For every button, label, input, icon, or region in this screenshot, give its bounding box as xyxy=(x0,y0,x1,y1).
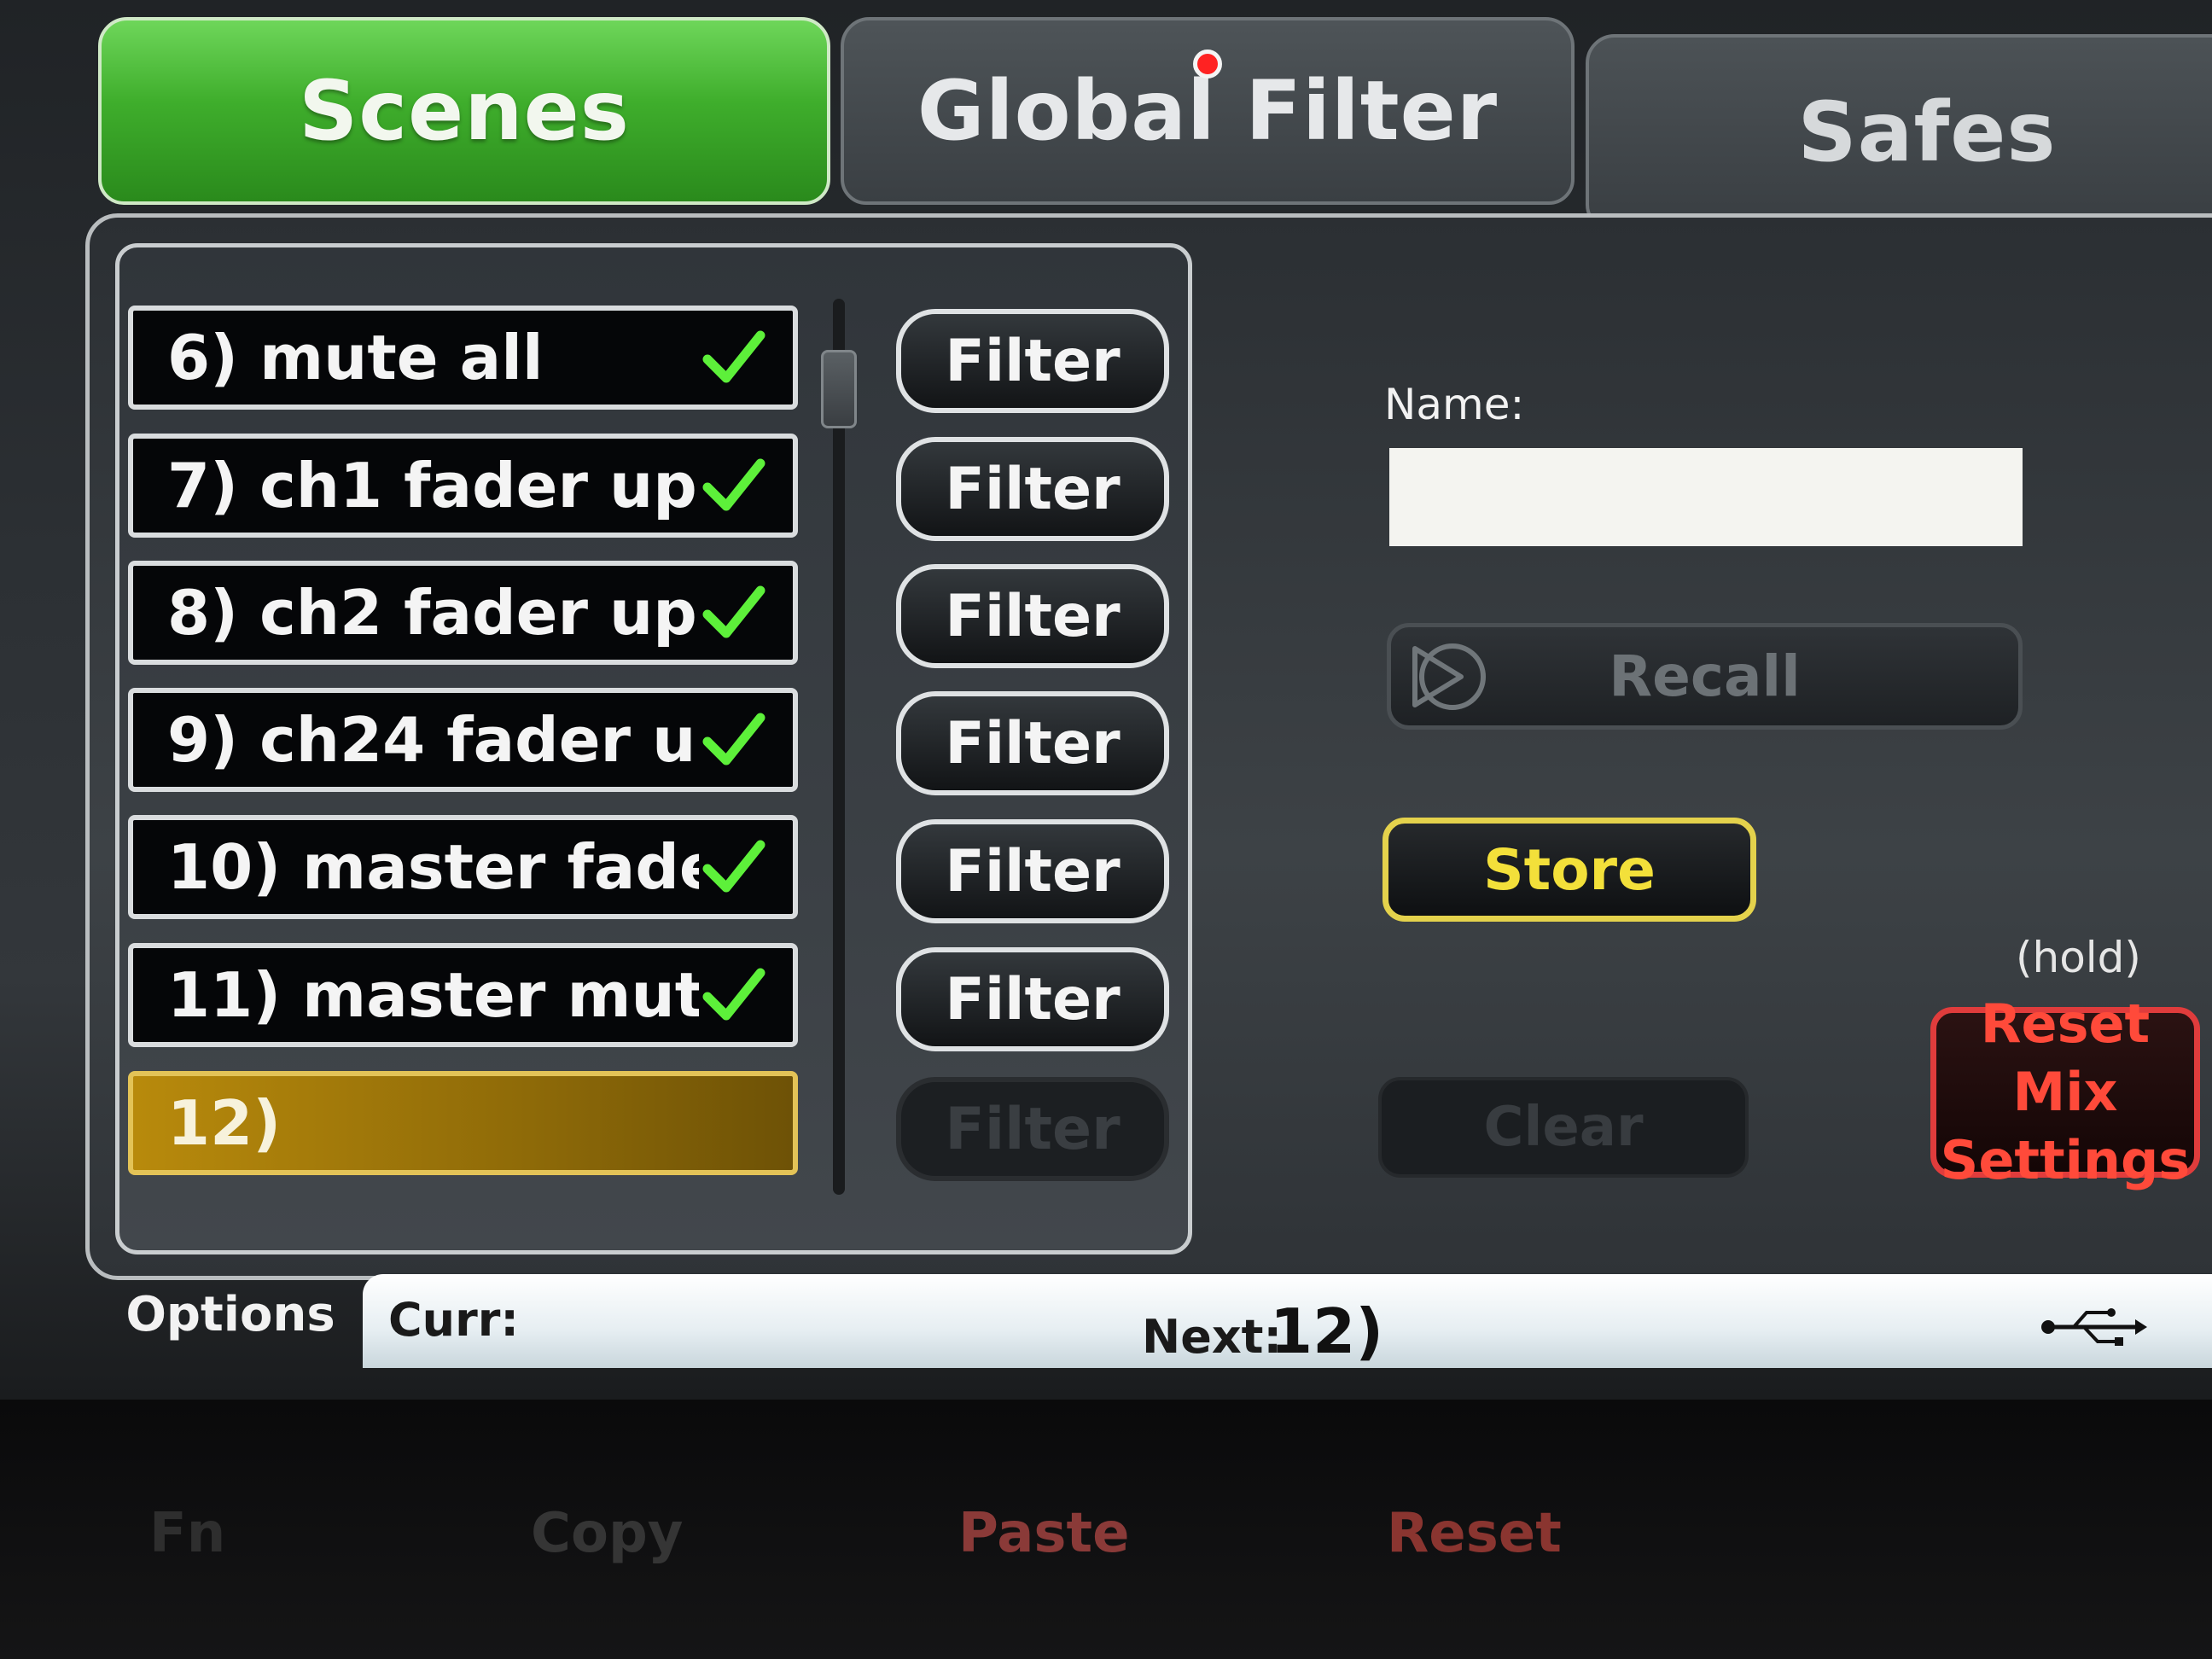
check-icon xyxy=(699,323,767,392)
tab-safes-label: Safes xyxy=(1797,84,2057,180)
filter-button-label: Filter xyxy=(945,965,1121,1033)
filter-button[interactable]: Filter xyxy=(896,564,1169,668)
scene-label: 9) ch24 fader up xyxy=(167,704,699,776)
filter-button-disabled: Filter xyxy=(896,1077,1169,1181)
clear-button: Clear xyxy=(1378,1077,1749,1178)
name-input[interactable] xyxy=(1389,448,2023,546)
store-button[interactable]: Store xyxy=(1382,818,1756,922)
scene-label: 10) master fader u xyxy=(167,831,699,903)
hardware-copy-key[interactable]: Copy xyxy=(531,1502,683,1565)
clear-button-label: Clear xyxy=(1483,1096,1644,1159)
check-icon xyxy=(699,451,767,520)
filter-button-label: Filter xyxy=(945,455,1121,523)
hardware-fn-key[interactable]: Fn xyxy=(149,1502,225,1565)
filter-button[interactable]: Filter xyxy=(896,309,1169,413)
tab-safes[interactable]: Safes xyxy=(1586,34,2212,230)
options-button[interactable]: Options xyxy=(102,1263,358,1365)
hardware-reset-key[interactable]: Reset xyxy=(1387,1502,1562,1565)
hardware-paste-key[interactable]: Paste xyxy=(958,1502,1129,1565)
store-button-label: Store xyxy=(1483,836,1656,903)
reset-button-text: Reset Mix Settings xyxy=(1936,990,2194,1195)
filter-button-label: Filter xyxy=(945,709,1121,777)
scene-row[interactable]: 11) master mute xyxy=(128,943,798,1047)
check-icon xyxy=(699,961,767,1029)
scene-list-scrollbar[interactable] xyxy=(833,299,845,1195)
check-icon xyxy=(699,706,767,774)
scene-row-selected[interactable]: 12) xyxy=(128,1071,798,1175)
options-label: Options xyxy=(125,1286,335,1342)
check-icon xyxy=(699,579,767,647)
scene-row[interactable]: 6) mute all xyxy=(128,306,798,410)
scene-label: 8) ch2 fader up xyxy=(167,577,697,649)
scene-label: 12) xyxy=(167,1087,282,1159)
global-filter-indicator-icon xyxy=(1193,49,1222,79)
filter-button-label: Filter xyxy=(945,327,1121,395)
name-label: Name: xyxy=(1384,380,1525,429)
scene-row[interactable]: 8) ch2 fader up xyxy=(128,561,798,665)
recall-button-label: Recall xyxy=(1609,643,1801,709)
filter-button[interactable]: Filter xyxy=(896,691,1169,795)
next-scene-value: 12) xyxy=(1270,1295,1384,1367)
scene-row[interactable]: 10) master fader u xyxy=(128,815,798,919)
mixer-screen: Scenes Global Filter Safes 6) mute all 7… xyxy=(0,0,2212,1400)
scene-label: 6) mute all xyxy=(167,322,544,393)
current-scene-label: Curr: xyxy=(388,1293,519,1347)
recall-play-icon xyxy=(1412,643,1486,710)
scene-row[interactable]: 9) ch24 fader up xyxy=(128,688,798,792)
tab-global-filter[interactable]: Global Filter xyxy=(841,17,1575,205)
reset-button-line2: Settings xyxy=(1940,1129,2191,1191)
scene-label: 7) ch1 fader up xyxy=(167,450,697,521)
scene-label: 11) master mute xyxy=(167,959,699,1031)
next-scene-label: Next: xyxy=(1142,1310,1283,1364)
scrollbar-thumb[interactable] xyxy=(821,350,857,428)
hold-hint: (hold) xyxy=(2016,933,2141,982)
tab-scenes[interactable]: Scenes xyxy=(98,17,830,205)
check-icon xyxy=(699,833,767,901)
filter-button[interactable]: Filter xyxy=(896,819,1169,923)
filter-button[interactable]: Filter xyxy=(896,947,1169,1051)
tab-scenes-label: Scenes xyxy=(299,63,630,159)
filter-button-label: Filter xyxy=(945,1095,1121,1163)
scene-row[interactable]: 7) ch1 fader up xyxy=(128,434,798,538)
reset-button-line1: Reset Mix xyxy=(1980,992,2151,1123)
filter-button-label: Filter xyxy=(945,837,1121,905)
usb-icon xyxy=(2041,1308,2147,1346)
filter-button[interactable]: Filter xyxy=(896,437,1169,541)
filter-button-label: Filter xyxy=(945,582,1121,650)
reset-mix-settings-button[interactable]: Reset Mix Settings xyxy=(1930,992,2200,1191)
